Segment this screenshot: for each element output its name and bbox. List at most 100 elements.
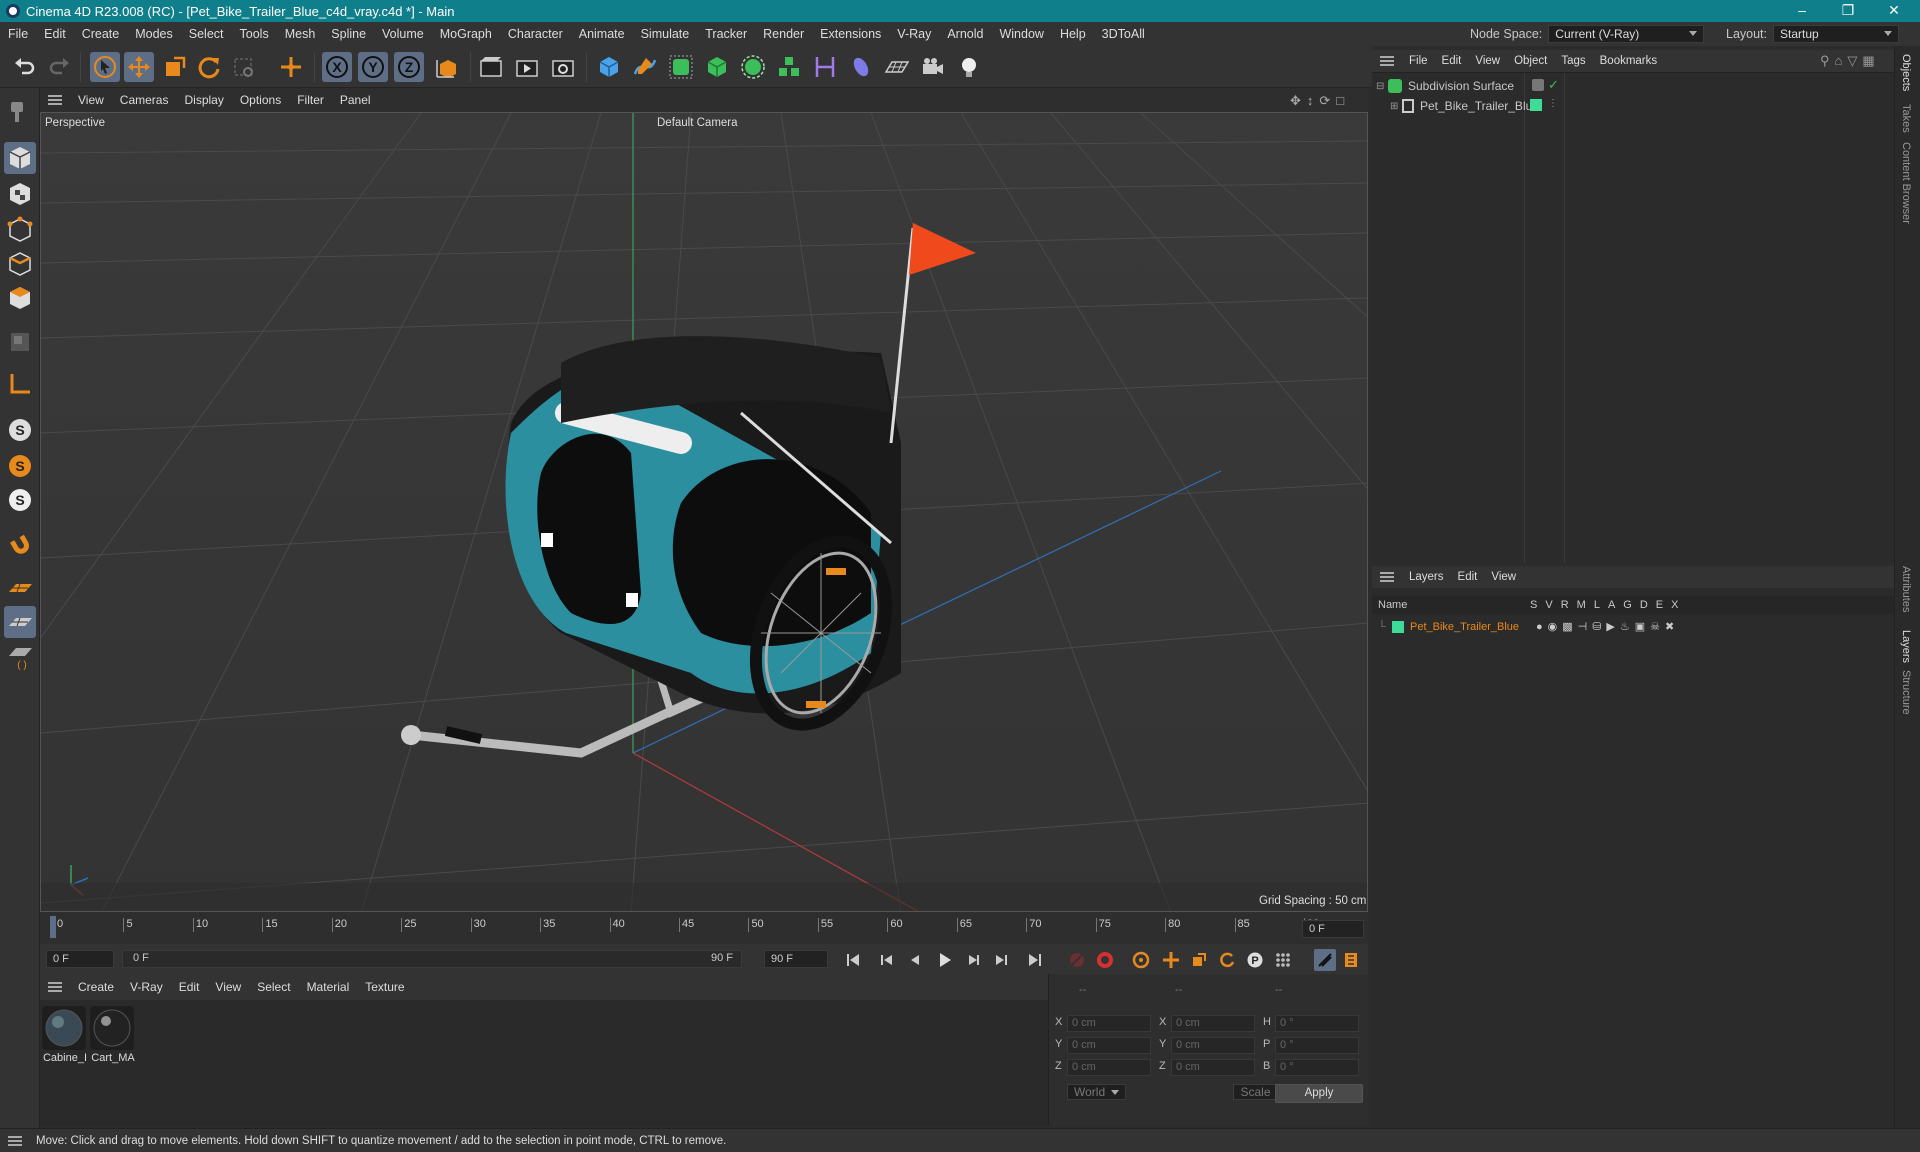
layer-flag-header[interactable]: L (1594, 599, 1600, 611)
layer-menu-icon[interactable] (1380, 572, 1394, 582)
enabled-check-icon[interactable]: ✓ (1548, 77, 1559, 93)
menu-extensions[interactable]: Extensions (812, 27, 889, 41)
workplane-grid-icon[interactable] (4, 572, 36, 604)
next-frame-icon[interactable] (962, 949, 984, 971)
go-to-end-icon[interactable] (1024, 949, 1046, 971)
material-menu-select[interactable]: Select (249, 980, 298, 994)
z-axis-lock-icon[interactable]: Z (394, 52, 424, 82)
coords-rot-h-field[interactable]: 0 ° (1275, 1015, 1359, 1032)
uv-mode-icon[interactable] (4, 326, 36, 358)
viewport-menu-options[interactable]: Options (232, 93, 289, 107)
menu-arnold[interactable]: Arnold (939, 27, 991, 41)
visibility-dots-icon[interactable]: ⋮ (1548, 98, 1558, 109)
layer-color-icon[interactable] (1392, 621, 1404, 633)
coords-pos-z-field[interactable]: 0 cm (1067, 1059, 1151, 1076)
end-frame-field[interactable]: 90 F (764, 950, 828, 968)
layer-menu-edit[interactable]: Edit (1451, 571, 1485, 583)
coords-size-x-field[interactable]: 0 cm (1171, 1015, 1255, 1032)
menu-animate[interactable]: Animate (571, 27, 633, 41)
viewport-navigation-icons[interactable]: ✥↕⟳□ (1290, 93, 1360, 109)
expand-icon[interactable]: ⊞ (1390, 101, 1402, 112)
material-menu-edit[interactable]: Edit (171, 980, 208, 994)
rotate-tool-icon[interactable] (194, 52, 224, 82)
material-menu-material[interactable]: Material (299, 980, 358, 994)
status-menu-icon[interactable] (8, 1135, 22, 1146)
viewport-menu-display[interactable]: Display (176, 93, 231, 107)
tab-content-browser[interactable]: Content Browser (1900, 142, 1912, 224)
coords-size-y-field[interactable]: 0 cm (1171, 1037, 1255, 1054)
material-menu-create[interactable]: Create (70, 980, 122, 994)
layer-menu-view[interactable]: View (1484, 571, 1523, 583)
menu-file[interactable]: File (0, 27, 36, 41)
layer-flag-header[interactable]: A (1608, 599, 1615, 611)
pen-spline-icon[interactable] (630, 52, 660, 82)
snap-icon[interactable]: S (4, 414, 36, 446)
object-menu-file[interactable]: File (1402, 55, 1435, 67)
viewport-menu-filter[interactable]: Filter (289, 93, 332, 107)
layer-flag-header[interactable]: V (1545, 599, 1552, 611)
y-axis-lock-icon[interactable]: Y (358, 52, 388, 82)
menu-window[interactable]: Window (991, 27, 1051, 41)
material-item[interactable]: Cabine_I (42, 1006, 88, 1064)
mograph-cubes-icon[interactable] (774, 52, 804, 82)
tab-layers[interactable]: Layers (1900, 630, 1912, 663)
object-menu-view[interactable]: View (1468, 55, 1507, 67)
apply-button[interactable]: Apply (1275, 1084, 1363, 1103)
object-search-icons[interactable]: ⚲⌂▽▦ (1820, 53, 1880, 69)
playhead[interactable] (50, 916, 56, 938)
keyframe-selection-icon[interactable] (1130, 949, 1152, 971)
object-menu-edit[interactable]: Edit (1435, 55, 1469, 67)
autokey-icon[interactable] (1094, 949, 1116, 971)
layer-name[interactable]: Pet_Bike_Trailer_Blue (1410, 621, 1519, 633)
layer-flag-header[interactable]: S (1530, 599, 1537, 611)
render-settings-icon[interactable] (548, 52, 578, 82)
polygon-mode-icon[interactable] (4, 282, 36, 314)
render-view-icon[interactable] (476, 52, 506, 82)
start-frame-field[interactable]: 0 F (46, 950, 114, 968)
coords-rot-p-field[interactable]: 0 ° (1275, 1037, 1359, 1054)
menu-volume[interactable]: Volume (374, 27, 432, 41)
cube-object-icon[interactable] (594, 52, 624, 82)
layout-dropdown[interactable]: Startup (1773, 25, 1900, 43)
prev-frame-icon[interactable] (904, 949, 926, 971)
layer-flag-header[interactable]: X (1671, 599, 1678, 611)
coords-rot-b-field[interactable]: 0 ° (1275, 1059, 1359, 1076)
close-icon[interactable]: ✕ (1872, 0, 1916, 22)
viewport-camera-label[interactable]: Default Camera (657, 117, 738, 129)
grid-snap-icon[interactable] (4, 606, 36, 638)
menu-tools[interactable]: Tools (232, 27, 277, 41)
object-row-subdivision-surface[interactable]: ⊟ Subdivision Surface (1376, 77, 1514, 95)
motion-mode-icon[interactable] (1314, 949, 1336, 971)
layer-flag-header[interactable]: E (1656, 599, 1663, 611)
tab-structure[interactable]: Structure (1900, 670, 1912, 715)
key-rotation-icon[interactable] (1216, 949, 1238, 971)
material-sphere-icon[interactable] (846, 52, 876, 82)
layer-flag-header[interactable]: D (1640, 599, 1648, 611)
tab-takes[interactable]: Takes (1900, 104, 1912, 133)
frame-range-slider[interactable]: 0 F 90 F (122, 950, 742, 968)
object-menu-object[interactable]: Object (1507, 55, 1554, 67)
timeline-ruler[interactable]: 051015202530354045505560657075808590 0 F (40, 912, 1368, 944)
viewport-menu-panel[interactable]: Panel (332, 93, 379, 107)
menu-mesh[interactable]: Mesh (277, 27, 324, 41)
viewport-menu-icon[interactable] (48, 95, 62, 105)
coords-space-dropdown[interactable]: World (1067, 1084, 1127, 1100)
play-icon[interactable] (934, 949, 956, 971)
material-menu-texture[interactable]: Texture (357, 980, 412, 994)
menu-render[interactable]: Render (755, 27, 812, 41)
key-pla-icon[interactable] (1272, 949, 1294, 971)
key-scale-icon[interactable] (1188, 949, 1210, 971)
menu-tracker[interactable]: Tracker (697, 27, 755, 41)
layer-row[interactable]: └ Pet_Bike_Trailer_Blue ●◉▩⊣⛁▶♨▣☠✖ (1378, 618, 1894, 636)
3d-viewport[interactable]: Perspective Default Camera Grid Spacing … (40, 112, 1368, 912)
undo-icon[interactable] (10, 52, 40, 82)
next-key-icon[interactable] (990, 949, 1012, 971)
subdivision-surface-icon[interactable] (666, 52, 696, 82)
edge-mode-icon[interactable] (4, 248, 36, 280)
viewport-menu-cameras[interactable]: Cameras (112, 93, 177, 107)
model-mode-icon[interactable] (4, 142, 36, 174)
material-item[interactable]: Cart_MA (90, 1006, 136, 1064)
extrude-icon[interactable] (702, 52, 732, 82)
key-parameter-icon[interactable]: P (1244, 949, 1266, 971)
live-selection-icon[interactable] (228, 52, 258, 82)
